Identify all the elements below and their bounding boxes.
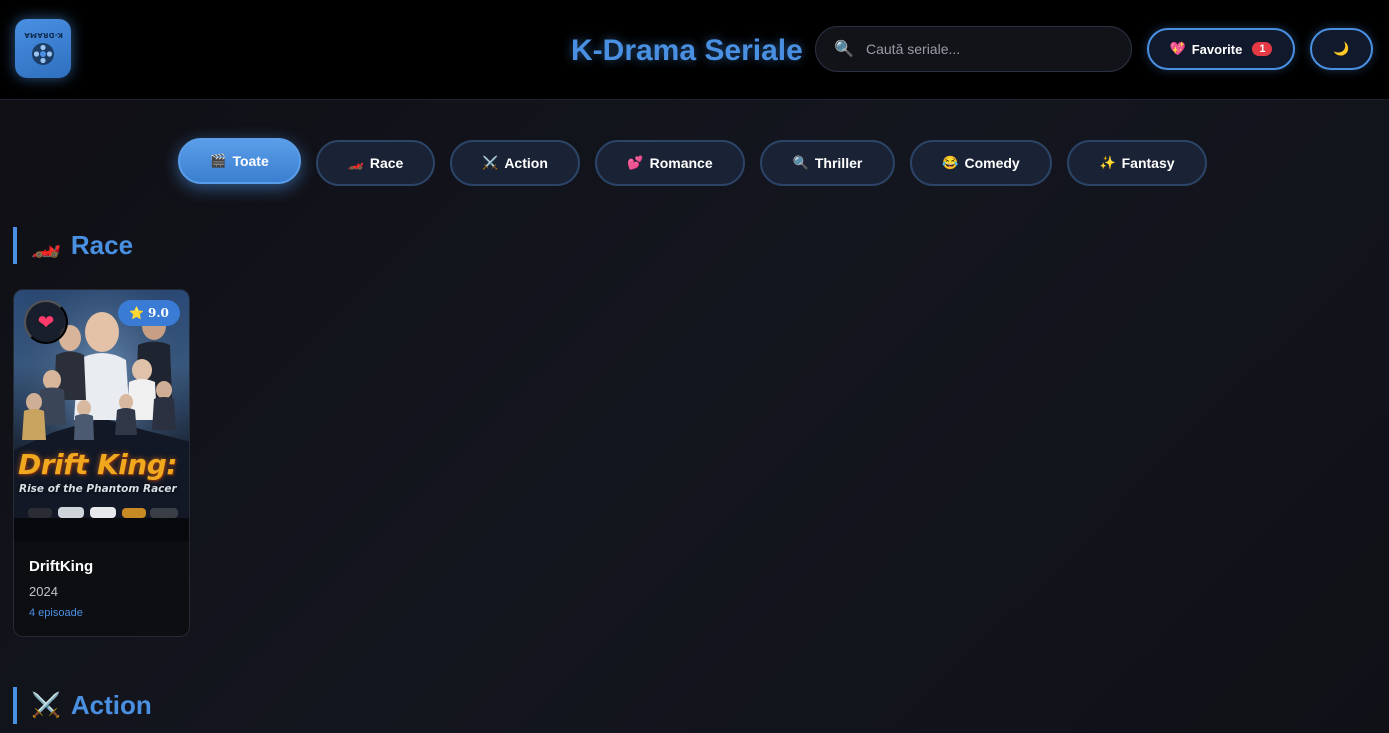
category-label: Race [369, 155, 404, 171]
heart-icon: 💖 [1169, 41, 1186, 56]
category-pill-race[interactable]: 🏎️ Race [316, 140, 435, 186]
magnifier-icon: 🔍 [792, 155, 809, 170]
site-logo[interactable]: K-DRAMA [15, 19, 71, 78]
section-title-text: Race [70, 230, 134, 260]
search-icon: 🔍 [834, 41, 854, 58]
top-header: K-DRAMA K-Drama Seriale 🔍 💖 Favorite 1 🌙 [0, 0, 1389, 100]
favorites-button[interactable]: 💖 Favorite 1 [1147, 28, 1295, 70]
favorites-label: Favorite [1191, 41, 1243, 57]
category-label: Toate [232, 153, 269, 169]
category-label: Thriller [814, 155, 863, 171]
logo-text: K-DRAMA [23, 30, 63, 39]
series-poster: Drift King: Rise of the Phantom Racer ❤ … [14, 290, 189, 541]
category-pill-toate[interactable]: 🎬 Toate [178, 138, 301, 184]
series-year: 2024 [29, 584, 58, 599]
crossed-swords-icon: ⚔️ [31, 692, 61, 719]
series-name: DriftKing [29, 558, 94, 575]
category-label: Fantasy [1121, 155, 1175, 171]
section-title-action: ⚔️ Action [13, 687, 152, 724]
category-pill-comedy[interactable]: 😂 Comedy [910, 140, 1052, 186]
poster-title: Drift King: [18, 448, 177, 481]
theme-toggle-button[interactable]: 🌙 [1310, 28, 1373, 70]
category-pill-romance[interactable]: 💕 Romance [595, 140, 745, 186]
search-input[interactable] [866, 41, 1106, 57]
section-title-text: Action [70, 690, 152, 720]
category-pill-fantasy[interactable]: ✨ Fantasy [1067, 140, 1207, 186]
category-label: Comedy [964, 155, 1020, 171]
star-icon: ⭐ [129, 306, 145, 320]
clapper-icon: 🎬 [210, 153, 227, 168]
sparkles-icon: ✨ [1099, 155, 1116, 170]
category-label: Romance [649, 155, 713, 171]
crossed-swords-icon: ⚔️ [482, 155, 499, 170]
laughing-face-icon: 😂 [942, 155, 959, 170]
category-label: Action [504, 155, 548, 171]
rating-badge: ⭐ 9.0 [118, 300, 180, 326]
site-title: K-Drama Seriale [571, 34, 803, 67]
film-reel-icon [32, 42, 54, 65]
race-car-icon: 🏎️ [31, 232, 61, 259]
two-hearts-icon: 💕 [627, 155, 644, 170]
moon-icon: 🌙 [1333, 41, 1350, 56]
poster-subtitle: Rise of the Phantom Racer [19, 483, 177, 495]
category-pill-thriller[interactable]: 🔍 Thriller [760, 140, 895, 186]
favorite-toggle-button[interactable]: ❤ [24, 300, 68, 344]
series-card[interactable]: Drift King: Rise of the Phantom Racer ❤ … [13, 289, 190, 637]
section-title-race: 🏎️ Race [13, 227, 133, 264]
rating-value: 9.0 [148, 306, 169, 320]
heart-icon: ❤ [37, 311, 55, 334]
series-episodes: 4 episoade [29, 607, 83, 619]
category-pill-action[interactable]: ⚔️ Action [450, 140, 580, 186]
search-box[interactable]: 🔍 [815, 26, 1132, 72]
race-car-icon: 🏎️ [347, 155, 364, 170]
favorites-count-badge: 1 [1252, 42, 1273, 56]
